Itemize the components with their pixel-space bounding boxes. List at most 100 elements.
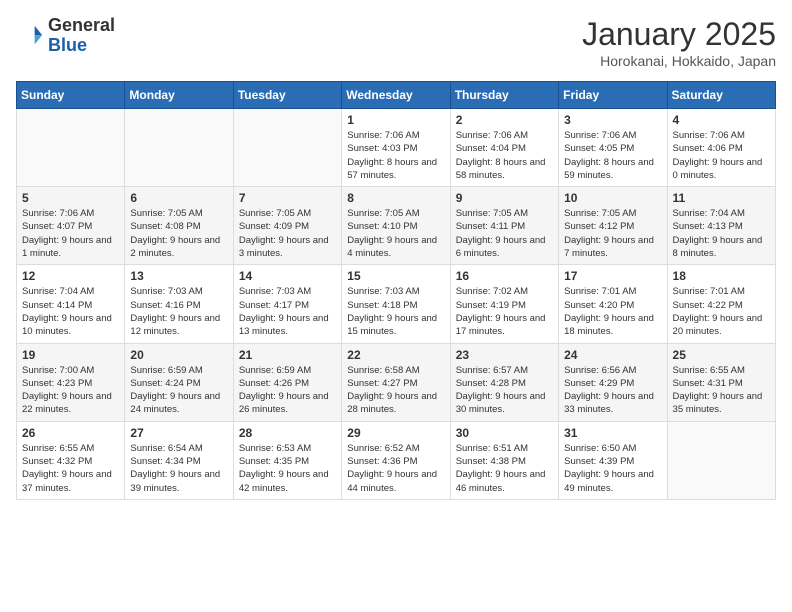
day-number: 3 bbox=[564, 113, 661, 127]
day-number: 13 bbox=[130, 269, 227, 283]
day-info: Sunrise: 6:54 AM Sunset: 4:34 PM Dayligh… bbox=[130, 442, 227, 495]
calendar-cell: 14 Sunrise: 7:03 AM Sunset: 4:17 PM Dayli… bbox=[233, 265, 341, 343]
weekday-header-sunday: Sunday bbox=[17, 82, 125, 109]
logo: General Blue bbox=[16, 16, 115, 56]
day-info: Sunrise: 6:56 AM Sunset: 4:29 PM Dayligh… bbox=[564, 364, 661, 417]
calendar-cell: 17 Sunrise: 7:01 AM Sunset: 4:20 PM Dayli… bbox=[559, 265, 667, 343]
weekday-header-row: SundayMondayTuesdayWednesdayThursdayFrid… bbox=[17, 82, 776, 109]
day-info: Sunrise: 7:01 AM Sunset: 4:22 PM Dayligh… bbox=[673, 285, 770, 338]
calendar-cell: 12Sunrise: 7:04 AM Sunset: 4:14 PM Dayli… bbox=[17, 265, 125, 343]
day-number: 12 bbox=[22, 269, 119, 283]
day-number: 11 bbox=[673, 191, 770, 205]
day-info: Sunrise: 7:05 AM Sunset: 4:11 PM Dayligh… bbox=[456, 207, 553, 260]
day-info: Sunrise: 7:01 AM Sunset: 4:20 PM Dayligh… bbox=[564, 285, 661, 338]
calendar-cell: 9 Sunrise: 7:05 AM Sunset: 4:11 PM Daylig… bbox=[450, 187, 558, 265]
calendar-cell: 7Sunrise: 7:05 AM Sunset: 4:09 PM Daylig… bbox=[233, 187, 341, 265]
day-info: Sunrise: 7:02 AM Sunset: 4:19 PM Dayligh… bbox=[456, 285, 553, 338]
day-info: Sunrise: 6:55 AM Sunset: 4:31 PM Dayligh… bbox=[673, 364, 770, 417]
day-info: Sunrise: 6:52 AM Sunset: 4:36 PM Dayligh… bbox=[347, 442, 444, 495]
location: Horokanai, Hokkaido, Japan bbox=[582, 53, 776, 69]
day-info: Sunrise: 7:06 AM Sunset: 4:07 PM Dayligh… bbox=[22, 207, 119, 260]
day-number: 6 bbox=[130, 191, 227, 205]
logo-icon bbox=[16, 22, 44, 50]
day-info: Sunrise: 7:04 AM Sunset: 4:13 PM Dayligh… bbox=[673, 207, 770, 260]
calendar-cell bbox=[125, 109, 233, 187]
calendar-cell: 19 Sunrise: 7:00 AM Sunset: 4:23 PM Dayli… bbox=[17, 343, 125, 421]
day-number: 20 bbox=[130, 348, 227, 362]
day-info: Sunrise: 7:05 AM Sunset: 4:08 PM Dayligh… bbox=[130, 207, 227, 260]
calendar-cell: 25 Sunrise: 6:55 AM Sunset: 4:31 PM Dayli… bbox=[667, 343, 775, 421]
calendar-cell: 18Sunrise: 7:01 AM Sunset: 4:22 PM Dayli… bbox=[667, 265, 775, 343]
calendar-cell: 5Sunrise: 7:06 AM Sunset: 4:07 PM Daylig… bbox=[17, 187, 125, 265]
calendar-cell: 8 Sunrise: 7:05 AM Sunset: 4:10 PM Daylig… bbox=[342, 187, 450, 265]
weekday-header-tuesday: Tuesday bbox=[233, 82, 341, 109]
calendar-cell: 16Sunrise: 7:02 AM Sunset: 4:19 PM Dayli… bbox=[450, 265, 558, 343]
logo-text: General Blue bbox=[48, 16, 115, 56]
day-number: 25 bbox=[673, 348, 770, 362]
calendar-table: SundayMondayTuesdayWednesdayThursdayFrid… bbox=[16, 81, 776, 500]
day-number: 31 bbox=[564, 426, 661, 440]
logo-general: General bbox=[48, 16, 115, 36]
calendar-cell: 24Sunrise: 6:56 AM Sunset: 4:29 PM Dayli… bbox=[559, 343, 667, 421]
calendar-cell: 20Sunrise: 6:59 AM Sunset: 4:24 PM Dayli… bbox=[125, 343, 233, 421]
day-number: 15 bbox=[347, 269, 444, 283]
weekday-header-thursday: Thursday bbox=[450, 82, 558, 109]
calendar-cell: 2 Sunrise: 7:06 AM Sunset: 4:04 PM Daylig… bbox=[450, 109, 558, 187]
day-number: 14 bbox=[239, 269, 336, 283]
day-info: Sunrise: 7:00 AM Sunset: 4:23 PM Dayligh… bbox=[22, 364, 119, 417]
day-number: 2 bbox=[456, 113, 553, 127]
day-info: Sunrise: 7:06 AM Sunset: 4:06 PM Dayligh… bbox=[673, 129, 770, 182]
day-info: Sunrise: 7:03 AM Sunset: 4:16 PM Dayligh… bbox=[130, 285, 227, 338]
calendar-week-1: 1Sunrise: 7:06 AM Sunset: 4:03 PM Daylig… bbox=[17, 109, 776, 187]
weekday-header-wednesday: Wednesday bbox=[342, 82, 450, 109]
day-info: Sunrise: 6:59 AM Sunset: 4:26 PM Dayligh… bbox=[239, 364, 336, 417]
day-number: 26 bbox=[22, 426, 119, 440]
calendar-cell: 27 Sunrise: 6:54 AM Sunset: 4:34 PM Dayli… bbox=[125, 421, 233, 499]
day-info: Sunrise: 7:06 AM Sunset: 4:05 PM Dayligh… bbox=[564, 129, 661, 182]
day-number: 19 bbox=[22, 348, 119, 362]
weekday-header-friday: Friday bbox=[559, 82, 667, 109]
weekday-header-monday: Monday bbox=[125, 82, 233, 109]
day-number: 4 bbox=[673, 113, 770, 127]
title-block: January 2025 Horokanai, Hokkaido, Japan bbox=[582, 16, 776, 69]
day-info: Sunrise: 6:57 AM Sunset: 4:28 PM Dayligh… bbox=[456, 364, 553, 417]
month-title: January 2025 bbox=[582, 16, 776, 53]
calendar-cell: 13 Sunrise: 7:03 AM Sunset: 4:16 PM Dayli… bbox=[125, 265, 233, 343]
day-info: Sunrise: 7:05 AM Sunset: 4:09 PM Dayligh… bbox=[239, 207, 336, 260]
day-info: Sunrise: 7:06 AM Sunset: 4:04 PM Dayligh… bbox=[456, 129, 553, 182]
day-number: 23 bbox=[456, 348, 553, 362]
day-number: 17 bbox=[564, 269, 661, 283]
weekday-header-saturday: Saturday bbox=[667, 82, 775, 109]
day-number: 28 bbox=[239, 426, 336, 440]
day-number: 10 bbox=[564, 191, 661, 205]
calendar-cell bbox=[667, 421, 775, 499]
calendar-cell: 23 Sunrise: 6:57 AM Sunset: 4:28 PM Dayli… bbox=[450, 343, 558, 421]
calendar-cell: 15 Sunrise: 7:03 AM Sunset: 4:18 PM Dayli… bbox=[342, 265, 450, 343]
day-number: 8 bbox=[347, 191, 444, 205]
day-info: Sunrise: 6:53 AM Sunset: 4:35 PM Dayligh… bbox=[239, 442, 336, 495]
calendar-cell: 22 Sunrise: 6:58 AM Sunset: 4:27 PM Dayli… bbox=[342, 343, 450, 421]
calendar-cell bbox=[233, 109, 341, 187]
day-info: Sunrise: 6:58 AM Sunset: 4:27 PM Dayligh… bbox=[347, 364, 444, 417]
calendar-cell: 21Sunrise: 6:59 AM Sunset: 4:26 PM Dayli… bbox=[233, 343, 341, 421]
calendar-cell: 29Sunrise: 6:52 AM Sunset: 4:36 PM Dayli… bbox=[342, 421, 450, 499]
calendar-week-2: 5Sunrise: 7:06 AM Sunset: 4:07 PM Daylig… bbox=[17, 187, 776, 265]
day-info: Sunrise: 7:03 AM Sunset: 4:18 PM Dayligh… bbox=[347, 285, 444, 338]
day-number: 22 bbox=[347, 348, 444, 362]
calendar-cell: 11 Sunrise: 7:04 AM Sunset: 4:13 PM Dayli… bbox=[667, 187, 775, 265]
calendar-cell: 31Sunrise: 6:50 AM Sunset: 4:39 PM Dayli… bbox=[559, 421, 667, 499]
calendar-cell: 26Sunrise: 6:55 AM Sunset: 4:32 PM Dayli… bbox=[17, 421, 125, 499]
day-info: Sunrise: 7:05 AM Sunset: 4:10 PM Dayligh… bbox=[347, 207, 444, 260]
calendar-week-5: 26Sunrise: 6:55 AM Sunset: 4:32 PM Dayli… bbox=[17, 421, 776, 499]
day-info: Sunrise: 7:03 AM Sunset: 4:17 PM Dayligh… bbox=[239, 285, 336, 338]
day-info: Sunrise: 7:05 AM Sunset: 4:12 PM Dayligh… bbox=[564, 207, 661, 260]
calendar-week-4: 19 Sunrise: 7:00 AM Sunset: 4:23 PM Dayli… bbox=[17, 343, 776, 421]
calendar-cell: 30Sunrise: 6:51 AM Sunset: 4:38 PM Dayli… bbox=[450, 421, 558, 499]
calendar-cell: 10 Sunrise: 7:05 AM Sunset: 4:12 PM Dayli… bbox=[559, 187, 667, 265]
calendar-week-3: 12Sunrise: 7:04 AM Sunset: 4:14 PM Dayli… bbox=[17, 265, 776, 343]
calendar-cell: 6 Sunrise: 7:05 AM Sunset: 4:08 PM Daylig… bbox=[125, 187, 233, 265]
calendar-cell: 28 Sunrise: 6:53 AM Sunset: 4:35 PM Dayli… bbox=[233, 421, 341, 499]
day-number: 30 bbox=[456, 426, 553, 440]
day-number: 9 bbox=[456, 191, 553, 205]
day-number: 27 bbox=[130, 426, 227, 440]
